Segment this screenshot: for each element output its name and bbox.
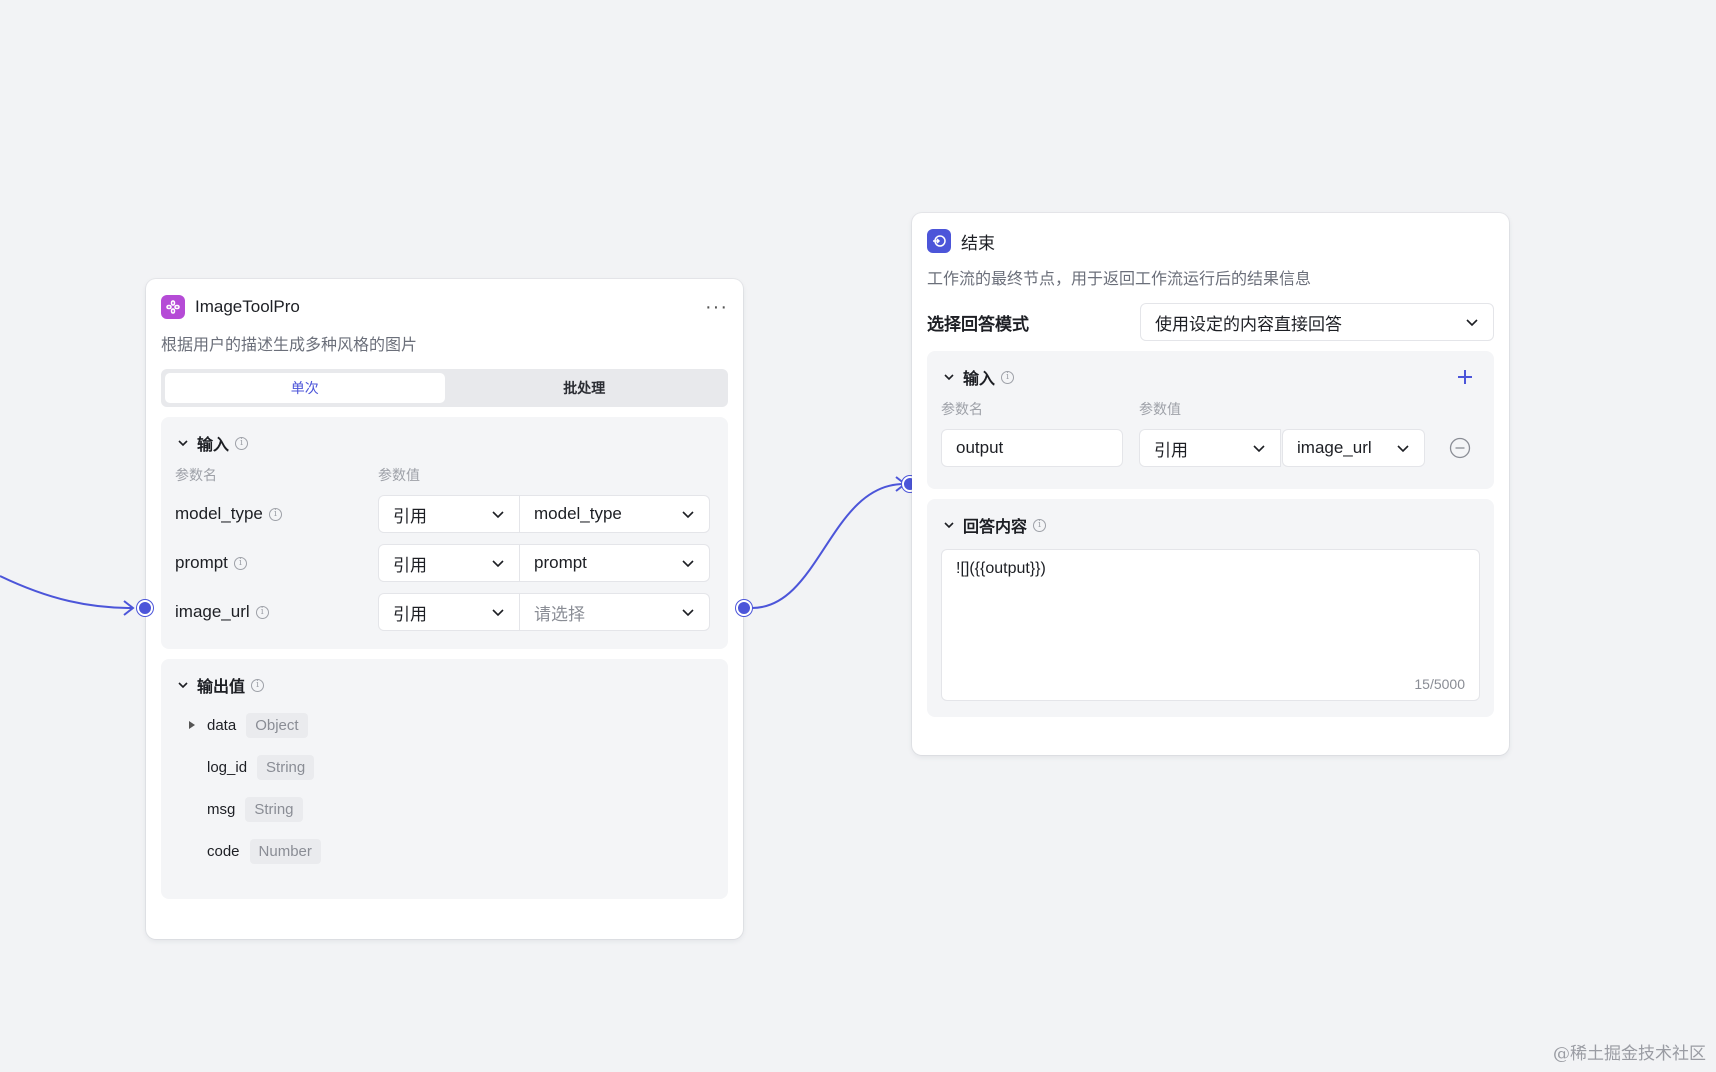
col-label-name: 参数名 xyxy=(175,467,217,483)
answer-content-text: ![]({{output}}) xyxy=(956,560,1046,577)
output-item: data Object xyxy=(187,709,714,741)
chevron-down-icon xyxy=(681,556,695,570)
output-name: data xyxy=(207,716,237,734)
section-title: 输出值 xyxy=(197,679,246,696)
chevron-down-icon xyxy=(491,605,505,619)
param-name: prompt xyxy=(175,553,228,572)
incoming-edge[interactable] xyxy=(0,575,133,609)
source-mode-select[interactable]: 引用 xyxy=(1139,429,1281,467)
connecting-edge[interactable] xyxy=(751,483,905,609)
chevron-down-icon xyxy=(491,507,505,521)
info-icon[interactable]: i xyxy=(233,556,247,570)
info-icon[interactable]: i xyxy=(1033,518,1047,532)
node-description: 根据用户的描述生成多种风格的图片 xyxy=(161,337,418,354)
param-name: model_type xyxy=(175,504,263,523)
output-name: code xyxy=(207,842,240,860)
chevron-down-icon xyxy=(681,605,695,619)
chevron-down-icon xyxy=(1252,441,1266,455)
chevron-down-icon[interactable] xyxy=(941,517,957,533)
imagetoolpro-output-port[interactable] xyxy=(736,600,752,616)
output-section: 输出值 i data Object log_id String msg Stri… xyxy=(161,659,728,899)
info-icon[interactable]: i xyxy=(1001,370,1015,384)
chevron-down-icon[interactable] xyxy=(175,677,191,693)
value-select[interactable]: image_url xyxy=(1282,429,1425,467)
add-icon[interactable] xyxy=(1456,368,1474,386)
chevron-down-icon[interactable] xyxy=(941,369,957,385)
info-icon[interactable]: i xyxy=(251,678,265,692)
node-header: 结束 xyxy=(927,227,1494,255)
value-select[interactable]: prompt xyxy=(520,544,710,582)
workflow-canvas[interactable]: ImageToolPro ··· 根据用户的描述生成多种风格的图片 单次 批处理… xyxy=(0,0,1716,1072)
chevron-down-icon xyxy=(1465,315,1479,329)
section-title: 回答内容 xyxy=(963,519,1028,536)
type-tag: String xyxy=(257,754,315,780)
node-description: 工作流的最终节点，用于返回工作流运行后的结果信息 xyxy=(927,271,1312,288)
watermark: @稀土掘金技术社区 xyxy=(1553,1044,1706,1064)
run-mode-tabs: 单次 批处理 xyxy=(161,369,728,407)
node-title: 结束 xyxy=(961,233,995,253)
chevron-down-icon xyxy=(491,556,505,570)
section-title: 输入 xyxy=(963,371,996,388)
imagetoolpro-node[interactable]: ImageToolPro ··· 根据用户的描述生成多种风格的图片 单次 批处理… xyxy=(146,279,743,939)
param-row: model_type i 引用 model_type xyxy=(175,495,714,533)
info-icon[interactable]: i xyxy=(268,507,282,521)
info-icon[interactable]: i xyxy=(255,605,269,619)
param-row: output 引用 image_url xyxy=(941,429,1480,467)
node-title: ImageToolPro xyxy=(195,297,300,316)
col-label-value: 参数值 xyxy=(1139,401,1181,417)
output-item: log_id String xyxy=(187,751,714,783)
col-label-value: 参数值 xyxy=(378,467,420,483)
imagetoolpro-input-port[interactable] xyxy=(137,600,153,616)
answer-section: 回答内容 i ![]({{output}}) 15/5000 xyxy=(927,499,1494,717)
tab-batch[interactable]: 批处理 xyxy=(445,373,725,403)
output-name: log_id xyxy=(207,758,248,776)
end-node[interactable]: 结束 工作流的最终节点，用于返回工作流运行后的结果信息 选择回答模式 使用设定的… xyxy=(912,213,1509,755)
plugin-icon xyxy=(161,295,185,319)
output-item: code Number xyxy=(187,835,714,867)
output-item: msg String xyxy=(187,793,714,825)
remove-icon[interactable] xyxy=(1449,437,1471,459)
input-section: 输入 i 参数名 参数值 model_type i 引用 model_type p… xyxy=(161,417,728,649)
type-tag: Object xyxy=(246,712,308,738)
param-name: image_url xyxy=(175,602,250,621)
answer-mode-label: 选择回答模式 xyxy=(927,314,1029,334)
info-icon[interactable]: i xyxy=(235,436,249,450)
more-options-icon[interactable]: ··· xyxy=(705,296,728,319)
input-section: 输入 i 参数名 参数值 output 引用 image_url xyxy=(927,351,1494,489)
value-select[interactable]: 请选择 xyxy=(520,593,710,631)
chevron-down-icon xyxy=(681,507,695,521)
tab-single[interactable]: 单次 xyxy=(165,373,445,403)
output-name: msg xyxy=(207,800,236,818)
chevron-down-icon[interactable] xyxy=(175,435,191,451)
param-name-input[interactable]: output xyxy=(941,429,1123,467)
col-label-name: 参数名 xyxy=(941,401,983,417)
value-select[interactable]: model_type xyxy=(520,495,710,533)
source-mode-select[interactable]: 引用 xyxy=(378,593,520,631)
param-row: prompt i 引用 prompt xyxy=(175,544,714,582)
answer-mode-select[interactable]: 使用设定的内容直接回答 xyxy=(1140,303,1494,341)
end-icon xyxy=(927,229,951,253)
type-tag: Number xyxy=(249,838,321,864)
source-mode-select[interactable]: 引用 xyxy=(378,495,520,533)
chevron-down-icon xyxy=(1396,441,1410,455)
char-counter: 15/5000 xyxy=(1414,676,1465,692)
answer-content-editor[interactable]: ![]({{output}}) 15/5000 xyxy=(941,549,1480,701)
answer-mode-row: 选择回答模式 使用设定的内容直接回答 xyxy=(927,303,1494,341)
caret-right-icon[interactable] xyxy=(187,720,207,730)
param-row: image_url i 引用 请选择 xyxy=(175,593,714,631)
section-title: 输入 xyxy=(197,437,230,454)
type-tag: String xyxy=(245,796,303,822)
node-header: ImageToolPro ··· xyxy=(161,293,728,321)
source-mode-select[interactable]: 引用 xyxy=(378,544,520,582)
